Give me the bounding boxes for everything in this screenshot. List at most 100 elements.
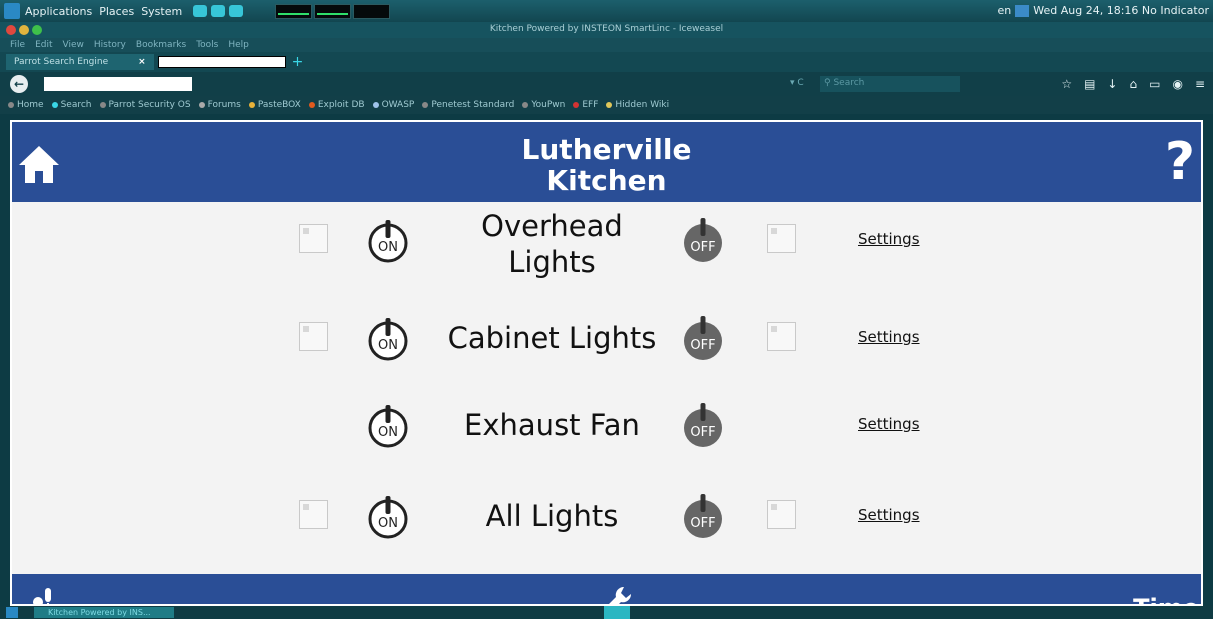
bookmark-favicon-icon bbox=[372, 102, 379, 108]
bookmark-item[interactable]: Search bbox=[51, 100, 92, 110]
launcher-icon[interactable] bbox=[229, 5, 244, 17]
timers-label[interactable]: Time bbox=[1133, 594, 1199, 604]
library-icon[interactable]: ▤ bbox=[1084, 77, 1095, 91]
device-select-left-checkbox[interactable] bbox=[299, 322, 328, 351]
menu-places[interactable]: Places bbox=[99, 5, 134, 18]
tab-redacted[interactable] bbox=[157, 56, 286, 68]
bookmark-favicon-icon bbox=[51, 102, 58, 108]
panel-right: en Wed Aug 24, 18:16 No Indicator bbox=[998, 4, 1209, 17]
bookmark-favicon-icon bbox=[522, 102, 529, 108]
search-input[interactable]: ⚲ Search bbox=[820, 76, 960, 92]
bookmark-favicon-icon bbox=[606, 102, 613, 108]
taskbar-logo-icon[interactable] bbox=[6, 607, 18, 618]
off-button[interactable]: OFF bbox=[680, 218, 726, 264]
taskbar-window-item[interactable]: Kitchen Powered by INS... bbox=[34, 607, 174, 618]
download-icon[interactable]: ↓ bbox=[1107, 77, 1117, 91]
workspace-indicator[interactable] bbox=[604, 606, 630, 619]
menu-system[interactable]: System bbox=[141, 5, 182, 18]
keyboard-layout[interactable]: en bbox=[998, 4, 1012, 17]
bookmark-item[interactable]: Exploit DB bbox=[308, 100, 365, 110]
device-select-right-checkbox[interactable] bbox=[767, 224, 796, 253]
bookmark-favicon-icon bbox=[248, 102, 255, 108]
bookmark-label: Forums bbox=[207, 100, 241, 110]
addon-icon[interactable]: ◉ bbox=[1172, 77, 1182, 91]
back-button[interactable]: ← bbox=[10, 75, 28, 93]
menu-edit[interactable]: Edit bbox=[35, 40, 52, 50]
device-select-right-checkbox[interactable] bbox=[767, 322, 796, 351]
settings-link[interactable]: Settings bbox=[858, 415, 920, 433]
bookmark-item[interactable]: EFF bbox=[573, 100, 598, 110]
launcher-icon[interactable] bbox=[193, 5, 208, 17]
scenes-icon[interactable] bbox=[32, 584, 62, 606]
url-input[interactable] bbox=[44, 77, 192, 91]
tab-label: Parrot Search Engine bbox=[14, 57, 109, 67]
bookmark-item[interactable]: PasteBOX bbox=[248, 100, 301, 110]
bookmark-favicon-icon bbox=[198, 102, 205, 108]
help-button[interactable]: ? bbox=[1165, 134, 1195, 190]
bookmark-label: PasteBOX bbox=[257, 100, 301, 110]
new-tab-button[interactable]: + bbox=[292, 54, 304, 70]
window-switch-icon[interactable] bbox=[1015, 4, 1030, 17]
menu-history[interactable]: History bbox=[94, 40, 126, 50]
device-select-right-checkbox[interactable] bbox=[767, 500, 796, 529]
device-name-line2: Lights bbox=[508, 245, 596, 279]
on-button[interactable]: ON bbox=[365, 218, 411, 264]
menu-file[interactable]: File bbox=[10, 40, 25, 50]
home-icon[interactable]: ⌂ bbox=[1129, 77, 1137, 91]
network-monitor bbox=[353, 4, 390, 19]
off-label: OFF bbox=[690, 516, 715, 531]
menu-view[interactable]: View bbox=[63, 40, 84, 50]
memory-monitor bbox=[314, 4, 351, 19]
bookmark-star-icon[interactable]: ☆ bbox=[1061, 77, 1072, 91]
bookmark-item[interactable]: Parrot Security OS bbox=[99, 100, 191, 110]
off-button[interactable]: OFF bbox=[680, 316, 726, 362]
on-button[interactable]: ON bbox=[365, 403, 411, 449]
device-select-left-checkbox[interactable] bbox=[299, 500, 328, 529]
tab-close-icon[interactable]: × bbox=[138, 57, 146, 67]
on-label: ON bbox=[378, 338, 398, 353]
os-taskbar: Kitchen Powered by INS... bbox=[0, 606, 1213, 619]
menu-applications[interactable]: Applications bbox=[25, 5, 92, 18]
bookmark-label: Parrot Security OS bbox=[108, 100, 191, 110]
bookmark-label: Exploit DB bbox=[317, 100, 365, 110]
settings-link[interactable]: Settings bbox=[858, 506, 920, 524]
os-logo-icon[interactable] bbox=[4, 3, 20, 19]
off-label: OFF bbox=[690, 240, 715, 255]
device-row: ON Cabinet Lights OFF Settings bbox=[12, 300, 1201, 362]
bookmark-item[interactable]: OWASP bbox=[372, 100, 414, 110]
off-button[interactable]: OFF bbox=[680, 494, 726, 540]
settings-link[interactable]: Settings bbox=[858, 328, 920, 346]
pocket-icon[interactable]: ▭ bbox=[1149, 77, 1160, 91]
system-monitors bbox=[275, 4, 390, 19]
hamburger-menu-icon[interactable]: ≡ bbox=[1195, 77, 1205, 91]
off-button[interactable]: OFF bbox=[680, 403, 726, 449]
settings-link[interactable]: Settings bbox=[858, 230, 920, 248]
bookmark-favicon-icon bbox=[573, 102, 580, 108]
window-title: Kitchen Powered by INSTEON SmartLinc - I… bbox=[489, 24, 724, 34]
launcher-icon[interactable] bbox=[211, 5, 226, 17]
bookmark-item[interactable]: Hidden Wiki bbox=[606, 100, 669, 110]
off-label: OFF bbox=[690, 425, 715, 440]
search-placeholder: Search bbox=[833, 78, 865, 88]
menu-help[interactable]: Help bbox=[228, 40, 249, 50]
menu-bookmarks[interactable]: Bookmarks bbox=[136, 40, 186, 50]
on-button[interactable]: ON bbox=[365, 316, 411, 362]
bookmark-item[interactable]: Home bbox=[8, 100, 44, 110]
bookmark-item[interactable]: YouPwn bbox=[522, 100, 565, 110]
menu-tools[interactable]: Tools bbox=[196, 40, 218, 50]
device-name: Overhead Lights bbox=[432, 208, 672, 280]
tab-parrot-search[interactable]: Parrot Search Engine × bbox=[6, 54, 154, 70]
device-select-left-checkbox[interactable] bbox=[299, 224, 328, 253]
on-button[interactable]: ON bbox=[365, 494, 411, 540]
bookmark-item[interactable]: Penetest Standard bbox=[422, 100, 514, 110]
bookmark-favicon-icon bbox=[99, 102, 106, 108]
bookmark-label: YouPwn bbox=[531, 100, 566, 110]
clock[interactable]: Wed Aug 24, 18:16 No Indicator bbox=[1033, 4, 1209, 17]
wrench-icon[interactable] bbox=[604, 584, 634, 606]
cpu-monitor bbox=[275, 4, 312, 19]
device-name-line1: Cabinet Lights bbox=[447, 321, 657, 355]
bookmark-label: EFF bbox=[582, 100, 599, 110]
page-title: Lutherville Kitchen bbox=[12, 134, 1201, 196]
reload-button[interactable]: ▾ C bbox=[790, 78, 804, 88]
bookmark-item[interactable]: Forums bbox=[198, 100, 241, 110]
